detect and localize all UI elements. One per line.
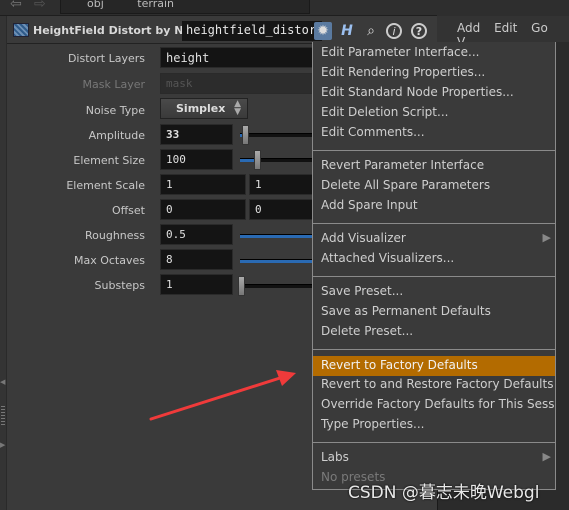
annotation-arrow-icon [149, 370, 296, 421]
watermark: CSDN @暮志未晚Webgl [348, 483, 540, 503]
